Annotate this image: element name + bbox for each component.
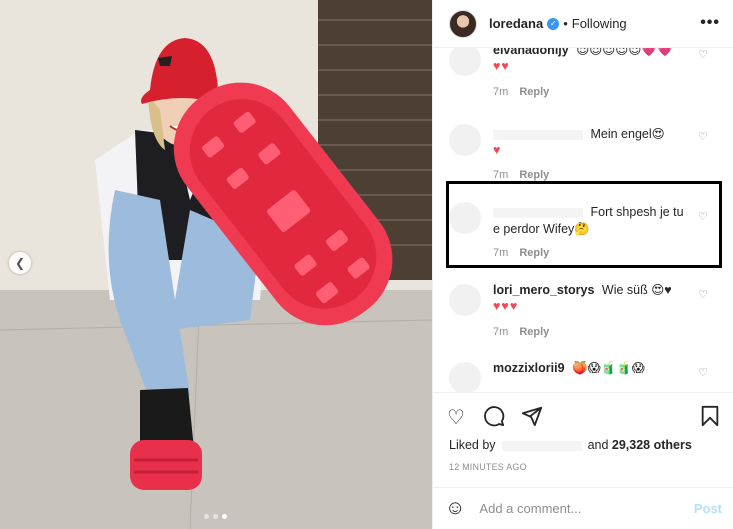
carousel-dot-active [222, 514, 227, 519]
comment-avatar[interactable] [449, 124, 481, 156]
reply-button[interactable]: Reply [519, 169, 549, 181]
post-sidebar: loredana ✓ • Following ••• elvanadonijy … [432, 0, 733, 529]
carousel-indicator [204, 514, 227, 519]
comment-avatar[interactable] [449, 362, 481, 392]
more-options-icon[interactable]: ••• [700, 14, 720, 32]
post-photo[interactable]: ❮ [0, 0, 432, 529]
carousel-dot [213, 514, 218, 519]
comment-text: mozzixlorii9 🍑😱🧃🧃😱 [493, 360, 693, 377]
likes-count-link[interactable]: 29,328 others [612, 438, 692, 452]
comment-hearts: ♥♥♥ [493, 299, 519, 313]
verified-badge-icon: ✓ [547, 17, 560, 30]
share-icon[interactable] [521, 405, 543, 433]
comment-hearts: ♥♥ [493, 59, 510, 73]
heart-outline-icon[interactable]: ♡ [447, 405, 465, 430]
comment-meta: 7m Reply [493, 326, 549, 338]
username-link[interactable]: loredana [489, 16, 543, 31]
chevron-left-icon[interactable]: ❮ [9, 252, 31, 274]
likes-summary: Liked by and 29,328 others [449, 438, 692, 452]
comment-username-hidden [493, 129, 583, 140]
reply-button[interactable]: Reply [519, 86, 549, 98]
comment-body: Mein engel😍 [590, 127, 665, 141]
comment-emoji: 😉😉😉😉😉💗💗 [576, 48, 673, 57]
highlight-box [446, 181, 722, 268]
post-button[interactable]: Post [694, 501, 722, 516]
comment-input[interactable] [479, 501, 694, 516]
comment-time: 7m [493, 86, 509, 98]
comment-avatar[interactable] [449, 284, 481, 316]
separator: • [563, 16, 568, 31]
comment-body: Wie süß 😍♥ [601, 283, 672, 297]
post-timestamp: 12 MINUTES AGO [449, 462, 527, 472]
comment-like-icon[interactable]: ♡ [698, 366, 708, 379]
comment-username[interactable]: mozzixlorii9 [493, 361, 565, 375]
avatar[interactable] [449, 9, 477, 38]
add-comment-bar: ☺ Post [433, 487, 733, 529]
comment-time: 7m [493, 169, 509, 181]
comments-list[interactable]: elvanadonijy 😉😉😉😉😉💗💗 ♥♥ 7m Reply ♡ Mein … [433, 48, 733, 392]
comment-icon[interactable] [483, 405, 505, 433]
likes-suffix: and [587, 438, 609, 452]
comment-meta: 7m Reply [493, 169, 549, 181]
action-bar: ♡ [433, 392, 733, 438]
comment-body: 🍑😱🧃🧃😱 [572, 361, 645, 375]
photo-image [0, 0, 432, 529]
post-header: loredana ✓ • Following ••• [433, 0, 733, 48]
liked-by-hidden [501, 440, 582, 451]
following-button[interactable]: Following [572, 16, 627, 31]
likes-prefix: Liked by [449, 438, 496, 452]
comment-like-icon[interactable]: ♡ [698, 48, 708, 61]
comment-avatar[interactable] [449, 48, 481, 76]
comment-username[interactable]: elvanadonijy [493, 48, 569, 57]
comment-meta: 7m Reply [493, 86, 549, 98]
comment-hearts: ♥ [493, 143, 502, 157]
comment-text: lori_mero_storys Wie süß 😍♥ [493, 282, 693, 299]
comment-like-icon[interactable]: ♡ [698, 288, 708, 301]
reply-button[interactable]: Reply [519, 326, 549, 338]
comment-username[interactable]: lori_mero_storys [493, 283, 594, 297]
comment-time: 7m [493, 326, 509, 338]
carousel-dot [204, 514, 209, 519]
emoji-smile-icon[interactable]: ☺ [445, 497, 465, 520]
comment-like-icon[interactable]: ♡ [698, 130, 708, 143]
bookmark-icon[interactable] [700, 405, 720, 433]
comment-text: Mein engel😍 [493, 126, 693, 143]
